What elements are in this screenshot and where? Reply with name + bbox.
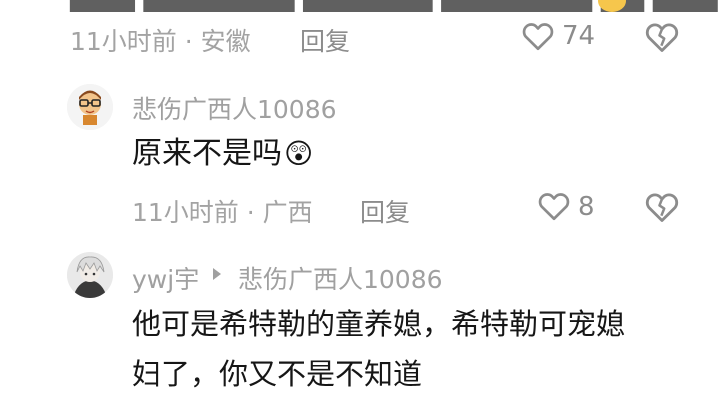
comment-text: 原来不是吗😲 xyxy=(132,132,313,176)
like-button[interactable] xyxy=(536,188,572,224)
reply-button[interactable]: 回复 xyxy=(360,193,410,229)
comment-meta: 11小时前 · 广西 xyxy=(132,198,313,227)
avatar[interactable] xyxy=(67,252,113,298)
dislike-button[interactable] xyxy=(643,188,681,226)
comment-text-line: 他可是希特勒的童养媳，希特勒可宠媳 xyxy=(132,307,626,341)
avatar[interactable] xyxy=(67,84,113,130)
heart-icon xyxy=(522,23,554,51)
reply-button[interactable]: 回复 xyxy=(300,22,350,58)
like-count: 8 xyxy=(578,192,595,222)
dislike-button[interactable] xyxy=(643,18,681,56)
broken-heart-icon xyxy=(645,193,679,222)
heart-icon xyxy=(538,193,570,221)
comment-text-line: 妇了，你又不是不知道 xyxy=(132,357,423,391)
comment-username[interactable]: 悲伤广西人10086 xyxy=(132,90,337,126)
comment-text: 他可是希特勒的童养媳，希特勒可宠媳 妇了，你又不是不知道 xyxy=(132,302,712,396)
like-count: 74 xyxy=(562,21,596,51)
cartoon-avatar-icon xyxy=(67,84,113,130)
astonished-emoji-icon: 😲 xyxy=(284,137,314,170)
comment-meta: 11小时前 · 安徽 xyxy=(70,27,251,56)
anime-avatar-icon xyxy=(67,252,113,298)
broken-heart-icon xyxy=(645,23,679,52)
reply-arrow-icon xyxy=(210,266,224,282)
reply-to-username[interactable]: 悲伤广西人10086 xyxy=(238,260,443,296)
comment-username[interactable]: ywj宇 xyxy=(132,260,199,296)
comment-text-content: 原来不是吗 xyxy=(132,136,282,171)
previous-comment-text-cutoff: ▇▇▇ ▇▇▇▇▇▇▇ ▇▇▇▇▇▇ ▇▇▇▇▇▇▇ ▇▇ ▇▇▇ xyxy=(0,0,720,12)
like-button[interactable] xyxy=(520,18,556,54)
